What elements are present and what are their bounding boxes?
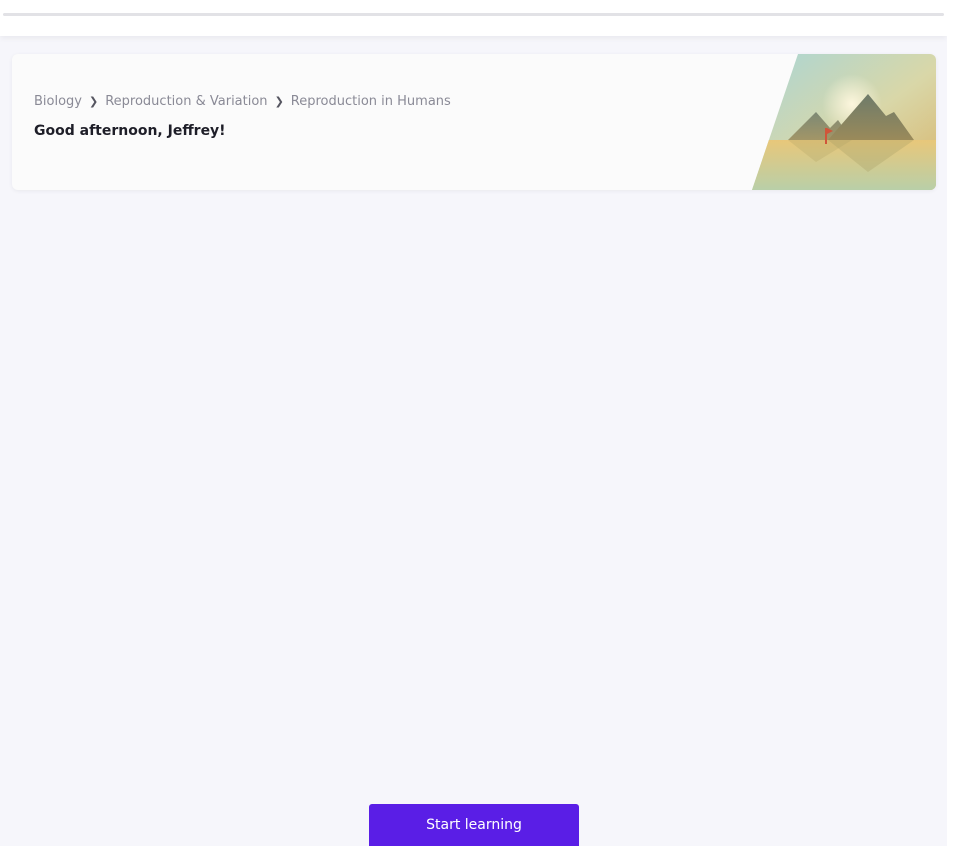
breadcrumb-item-reproduction-variation[interactable]: Reproduction & Variation	[105, 94, 267, 109]
hero-card: Biology ❯ Reproduction & Variation ❯ Rep…	[12, 54, 936, 190]
breadcrumb: Biology ❯ Reproduction & Variation ❯ Rep…	[34, 94, 451, 109]
chevron-right-icon: ❯	[89, 95, 99, 108]
mountain-lake-illustration-icon	[752, 54, 936, 190]
greeting-text: Good afternoon, Jeffrey!	[34, 123, 226, 139]
chevron-right-icon: ❯	[274, 95, 284, 108]
progress-track	[3, 13, 944, 16]
top-bar	[0, 0, 947, 36]
scrollbar-track[interactable]	[947, 0, 955, 846]
breadcrumb-item-reproduction-in-humans[interactable]: Reproduction in Humans	[291, 94, 451, 109]
breadcrumb-item-biology[interactable]: Biology	[34, 94, 82, 109]
start-learning-button[interactable]: Start learning	[369, 804, 579, 846]
